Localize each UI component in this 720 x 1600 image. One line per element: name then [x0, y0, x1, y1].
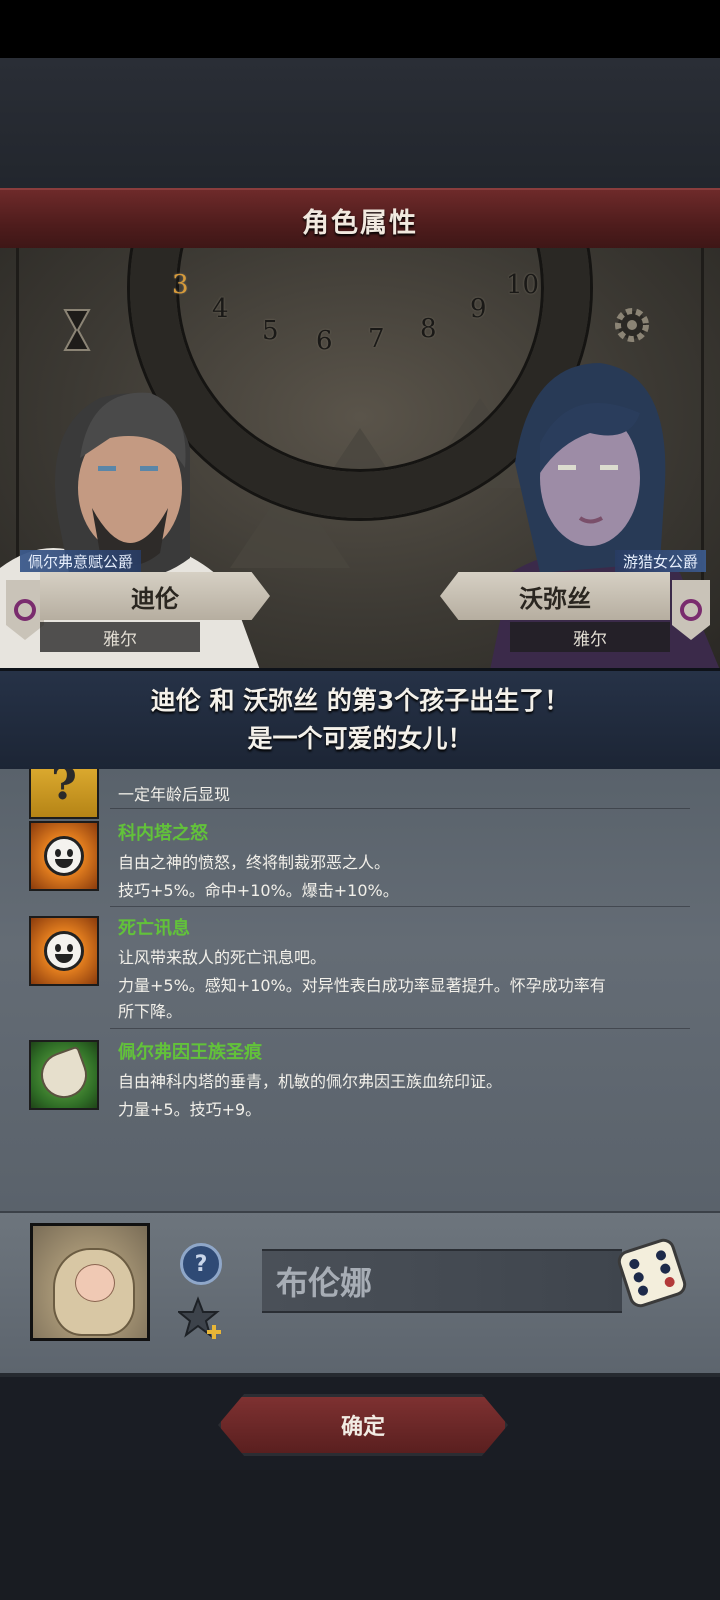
question-icon: ?	[29, 769, 99, 819]
page-title: 角色属性	[302, 207, 418, 239]
help-button[interactable]: ?	[180, 1243, 222, 1285]
father-name-banner: 迪伦	[40, 572, 270, 620]
trait-name: 佩尔弗因王族圣痕	[118, 1042, 262, 1063]
mother-title: 游猎女公爵	[614, 550, 706, 572]
child-naming-area: ? 布伦娜	[0, 1211, 720, 1377]
child-name-input[interactable]: 布伦娜	[262, 1249, 622, 1313]
bottom-backdrop	[0, 1470, 720, 1600]
father-house: 雅尔	[40, 622, 200, 652]
divider	[110, 1028, 690, 1029]
trait-desc: 自由之神的愤怒，终将制裁邪恶之人。	[118, 853, 391, 872]
trait-name: 科内塔之怒	[118, 823, 208, 844]
star-add-icon[interactable]	[178, 1295, 224, 1341]
divider	[110, 808, 690, 809]
divider	[110, 906, 690, 907]
trait-desc: 让风带来敌人的死亡讯息吧。	[118, 948, 327, 967]
trait-effect: 技巧+5%。命中+10%。爆击+10%。	[118, 881, 399, 900]
trait-name: 死亡讯息	[118, 918, 190, 939]
trait-desc: 一定年龄后显现	[118, 785, 231, 804]
status-bar	[0, 0, 720, 58]
mother-house: 雅尔	[510, 622, 670, 652]
announcement-line-1: 迪伦 和 沃弥丝 的第3个孩子出生了！	[150, 686, 570, 715]
sun-face-icon	[29, 916, 99, 986]
dial-number: 7	[368, 324, 385, 354]
top-backdrop	[0, 58, 720, 188]
dial-number: 6	[316, 326, 333, 356]
father-title-text: 佩尔弗意赋公爵	[28, 552, 134, 571]
child-avatar	[30, 1223, 150, 1341]
traits-panel[interactable]: ? 一定年龄后显现 科内塔之怒 自由之神的愤怒，终将制裁邪恶之人。 技巧+5%。…	[0, 769, 720, 1211]
trait-effect: 力量+5%。感知+10%。对异性表白成功率显著提升。怀孕成功率有	[118, 976, 606, 995]
dial-number: 8	[420, 314, 437, 344]
dial-number: 4	[212, 294, 229, 324]
dice-icon[interactable]	[612, 1233, 692, 1313]
father-title: 佩尔弗意赋公爵	[20, 550, 142, 572]
announcement-line-2: 是一个可爱的女儿！	[247, 724, 473, 753]
header-bar: 角色属性	[0, 188, 720, 252]
dial-number: 3	[172, 270, 189, 300]
trait-effect-cont: 所下降。	[118, 1002, 183, 1021]
gear-icon[interactable]	[610, 303, 654, 347]
leaf-crest-icon	[29, 1040, 99, 1110]
trait-effect: 力量+5。技巧+9。	[118, 1100, 262, 1119]
trait-desc: 自由神科内塔的垂青，机敏的佩尔弗因王族血统印证。	[118, 1072, 503, 1091]
dial-number: 10	[506, 270, 540, 300]
birth-announcement: 迪伦 和 沃弥丝 的第3个孩子出生了！ 是一个可爱的女儿！	[0, 668, 720, 772]
parents-scene: 3 4 5 6 7 8 9 10 佩尔弗意赋公爵 游猎女公爵 迪伦 雅尔 沃弥丝…	[0, 248, 720, 670]
dial-number: 9	[470, 294, 487, 324]
mother-name-banner: 沃弥丝	[440, 572, 670, 620]
sun-face-icon	[29, 821, 99, 891]
mother-title-text: 游猎女公爵	[622, 552, 698, 571]
confirm-button[interactable]: 确定	[218, 1394, 508, 1456]
